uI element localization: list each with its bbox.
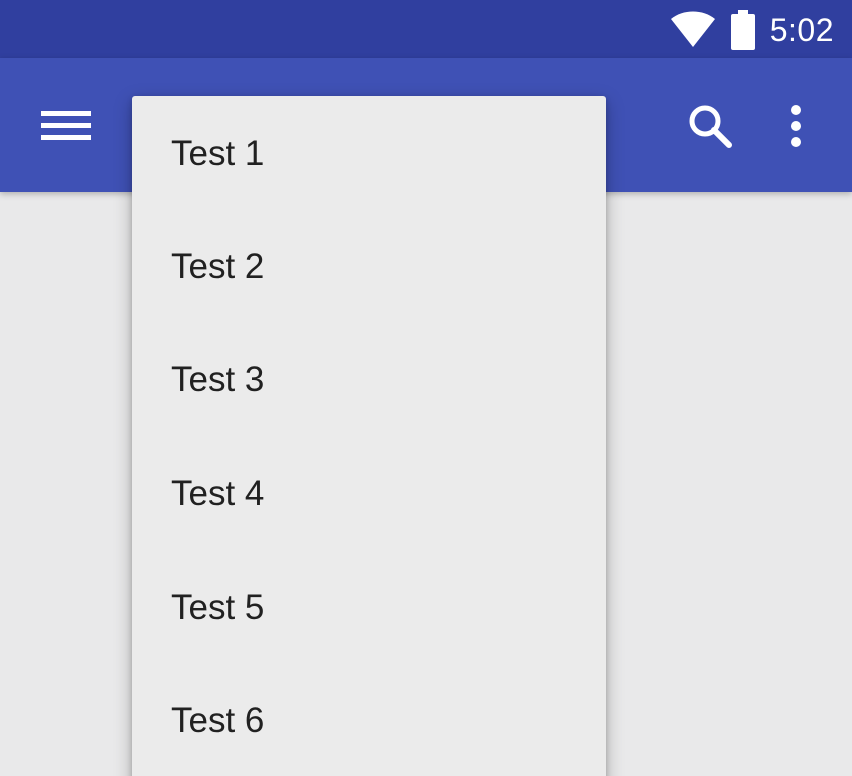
menu-item-label: Test 5	[171, 587, 265, 627]
menu-item-label: Test 2	[171, 246, 265, 286]
menu-item-label: Test 3	[171, 360, 265, 400]
menu-item-label: Test 4	[171, 473, 265, 513]
dropdown-menu: Test 1 Test 2 Test 3 Test 4 Test 5 Test …	[132, 96, 606, 776]
menu-item-test-1[interactable]: Test 1	[132, 96, 606, 210]
battery-icon	[730, 10, 755, 50]
search-icon	[689, 105, 732, 148]
menu-item-test-5[interactable]: Test 5	[132, 551, 606, 665]
wifi-icon	[670, 11, 715, 47]
menu-icon	[41, 111, 91, 140]
status-icons: 5:02	[670, 9, 834, 51]
status-bar: 5:02	[0, 0, 852, 58]
menu-item-test-4[interactable]: Test 4	[132, 437, 606, 551]
navigation-menu-button[interactable]	[28, 94, 104, 158]
menu-item-test-6[interactable]: Test 6	[132, 664, 606, 776]
menu-item-label: Test 1	[171, 134, 265, 173]
status-time: 5:02	[769, 12, 834, 48]
app-screen: 5:02 Test 1 Test 2 Test 3 Test 4 Test 5 …	[0, 0, 852, 776]
menu-item-label: Test 6	[171, 701, 265, 741]
dropdown-list: Test 1 Test 2 Test 3 Test 4 Test 5 Test …	[132, 96, 606, 776]
overflow-menu-button[interactable]	[764, 92, 828, 160]
menu-item-test-2[interactable]: Test 2	[132, 210, 606, 324]
menu-item-test-3[interactable]: Test 3	[132, 324, 606, 438]
search-button[interactable]	[676, 92, 744, 160]
more-vert-icon	[791, 105, 801, 147]
